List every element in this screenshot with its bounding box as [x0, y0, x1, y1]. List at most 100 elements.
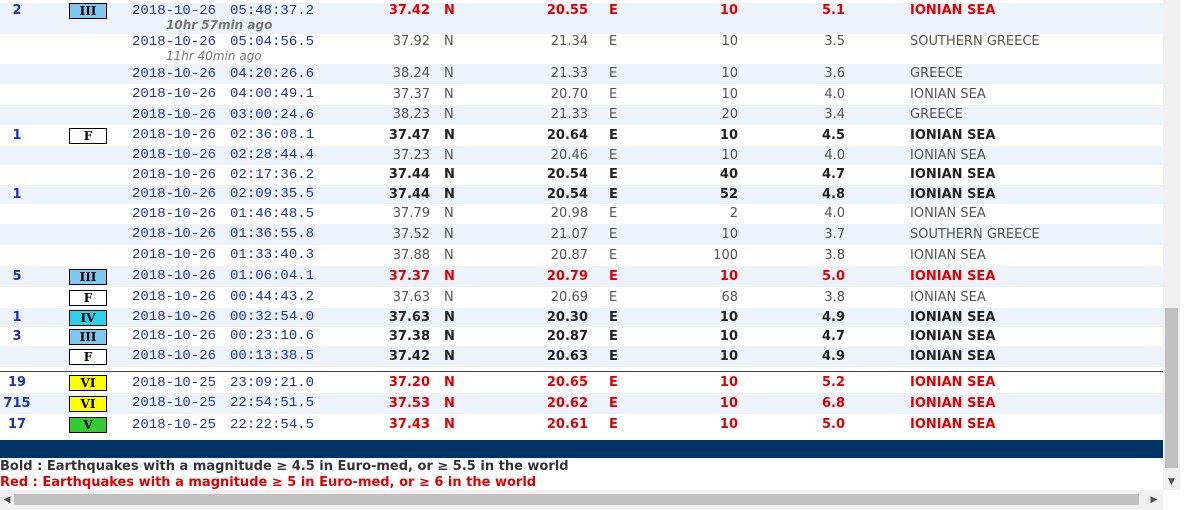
datetime-link[interactable]: 2018-10-25 23:09:21.0 [132, 372, 314, 394]
region-link[interactable]: IONIAN SEA [910, 327, 995, 346]
region-link[interactable]: IONIAN SEA [910, 372, 995, 394]
datetime-link[interactable]: 2018-10-26 01:46:48.5 [132, 204, 314, 224]
intensity-badge[interactable]: VI [69, 395, 107, 412]
table-row[interactable]: 2018-10-26 03:00:24.6 38.23 N 21.33 E 20 3.4 GRE… [0, 105, 1163, 125]
region-link[interactable]: IONIAN SEA [910, 346, 995, 367]
datetime-link[interactable]: 2018-10-26 02:17:36.2 [132, 165, 314, 185]
datetime-link[interactable]: 2018-10-25 22:54:51.5 [132, 393, 314, 414]
table-row[interactable]: 2018-10-26 01:36:55.8 37.52 N 21.07 E 10 3.7 SOU… [0, 224, 1163, 245]
table-row[interactable]: 5 III 2018-10-26 01:06:04.1 37.37 N 20.79 E 10 5.… [0, 266, 1163, 287]
depth: 10 [719, 269, 738, 284]
depth: 10 [721, 66, 738, 81]
region-link[interactable]: IONIAN SEA [910, 393, 995, 414]
datetime-link[interactable]: 2018-10-26 00:44:43.2 [132, 287, 314, 308]
region-link[interactable]: IONIAN SEA [910, 266, 995, 287]
table-row[interactable]: 2018-10-26 04:20:26.6 38.24 N 21.33 E 10 3.6 GRE… [0, 64, 1163, 84]
region-link[interactable]: IONIAN SEA [910, 185, 995, 204]
region-link[interactable]: IONIAN SEA [910, 3, 995, 19]
region-link[interactable]: IONIAN SEA [910, 414, 995, 436]
datetime-link[interactable]: 2018-10-26 00:13:38.5 [132, 346, 314, 367]
depth: 10 [719, 128, 738, 143]
magnitude: 4.0 [824, 206, 845, 221]
table-row[interactable]: F 2018-10-26 00:44:43.2 37.63 N 20.69 E 68 3.8 IO… [0, 287, 1163, 308]
magnitude: 4.5 [821, 128, 845, 143]
datetime-link[interactable]: 2018-10-26 00:32:54.0 [132, 308, 314, 327]
intensity-badge[interactable]: IV [69, 309, 107, 326]
datetime-link[interactable]: 2018-10-26 04:00:49.1 [132, 84, 314, 105]
table-row[interactable]: 1 IV 2018-10-26 00:32:54.0 37.63 N 20.30 E 10 4.9… [0, 308, 1163, 327]
datetime-link[interactable]: 2018-10-26 05:04:56.5 [132, 34, 314, 50]
scroll-left-arrow-icon[interactable]: ◀ [0, 490, 14, 510]
horizontal-scroll-thumb[interactable] [14, 494, 1139, 505]
region-link[interactable]: IONIAN SEA [910, 204, 986, 224]
intensity-badge[interactable]: F [69, 348, 107, 365]
region-link[interactable]: SOUTHERN GREECE [910, 224, 1040, 245]
felt-count: 715 [3, 396, 31, 411]
latitude: 37.63 [392, 290, 430, 305]
intensity-badge[interactable]: III [69, 268, 107, 285]
datetime-link[interactable]: 2018-10-26 01:06:04.1 [132, 266, 314, 287]
datetime-link[interactable]: 2018-10-26 04:20:26.6 [132, 64, 314, 84]
intensity-badge[interactable]: III [69, 3, 107, 19]
event-time: 01:06:04.1 [230, 268, 315, 284]
table-row[interactable]: 2018-10-26 02:28:44.4 37.23 N 20.46 E 10 4.0 ION… [0, 146, 1163, 165]
table-row[interactable]: 2018-10-26 04:00:49.1 37.37 N 20.70 E 10 4.0 ION… [0, 84, 1163, 105]
vertical-scrollbar[interactable]: ▼ [1163, 0, 1180, 490]
felt-count: 1 [12, 187, 22, 202]
longitude-hemisphere: E [609, 87, 618, 102]
horizontal-scrollbar[interactable]: ◀ ▶ [0, 490, 1163, 510]
table-row[interactable]: 1 2018-10-26 02:09:35.5 37.44 N 20.54 E 52 4.8 IO… [0, 185, 1163, 204]
table-row[interactable]: 2018-10-26 01:33:40.3 37.88 N 20.87 E 100 3.8 IO… [0, 245, 1163, 266]
scroll-down-arrow-icon[interactable]: ▼ [1163, 474, 1180, 490]
intensity-badge[interactable]: VI [69, 374, 107, 391]
table-row[interactable]: 2 III 2018-10-26 05:48:37.2 10hr 57min ago 37… [0, 3, 1163, 34]
event-time: 00:23:10.6 [230, 328, 315, 344]
magnitude: 5.0 [821, 269, 845, 284]
datetime-link[interactable]: 2018-10-26 05:48:37.2 [132, 3, 314, 19]
datetime-link[interactable]: 2018-10-26 01:36:55.8 [132, 224, 314, 245]
scroll-right-arrow-icon[interactable]: ▶ [1145, 490, 1163, 510]
datetime-link[interactable]: 2018-10-26 02:09:35.5 [132, 185, 314, 204]
depth: 100 [713, 248, 738, 263]
latitude-hemisphere: N [444, 66, 454, 81]
latitude-hemisphere: N [444, 290, 454, 305]
datetime-link[interactable]: 2018-10-26 02:36:08.1 [132, 125, 314, 146]
region-link[interactable]: IONIAN SEA [910, 165, 995, 185]
table-row[interactable]: 1 F 2018-10-26 02:36:08.1 37.47 N 20.64 E 10 4.5 I… [0, 125, 1163, 146]
region-link[interactable]: IONIAN SEA [910, 125, 995, 146]
region-link[interactable]: IONIAN SEA [910, 84, 986, 105]
datetime-link[interactable]: 2018-10-26 02:28:44.4 [132, 146, 314, 165]
table-row[interactable]: 2018-10-26 05:04:56.5 11hr 40min ago 37.92 N… [0, 34, 1163, 64]
region-link[interactable]: SOUTHERN GREECE [910, 34, 1040, 50]
table-row[interactable]: 17 V 2018-10-25 22:22:54.5 37.43 N 20.61 E 10 5.0… [0, 414, 1163, 436]
table-row[interactable]: 19 VI 2018-10-25 23:09:21.0 37.20 N 20.65 E 10 5.… [0, 371, 1163, 394]
region-link[interactable]: IONIAN SEA [910, 245, 986, 266]
table-row[interactable]: 2018-10-26 02:17:36.2 37.44 N 20.54 E 40 4.7 ION… [0, 165, 1163, 185]
longitude-hemisphere: E [609, 66, 618, 81]
magnitude: 3.5 [824, 34, 845, 49]
event-date: 2018-10-25 [132, 375, 217, 391]
longitude: 21.33 [550, 66, 588, 81]
longitude: 20.30 [546, 310, 588, 325]
datetime-link[interactable]: 2018-10-26 01:33:40.3 [132, 245, 314, 266]
intensity-badge[interactable]: III [69, 328, 107, 345]
intensity-badge[interactable]: F [69, 289, 107, 306]
magnitude: 4.9 [821, 349, 845, 364]
longitude: 20.87 [546, 329, 588, 344]
table-row[interactable]: 3 III 2018-10-26 00:23:10.6 37.38 N 20.87 E 10 4.… [0, 327, 1163, 346]
intensity-badge[interactable]: V [69, 416, 107, 433]
intensity-badge[interactable]: F [69, 127, 107, 144]
region-link[interactable]: GREECE [910, 64, 963, 84]
datetime-link[interactable]: 2018-10-26 03:00:24.6 [132, 105, 314, 125]
region-link[interactable]: GREECE [910, 105, 963, 125]
table-row[interactable]: 2018-10-26 01:46:48.5 37.79 N 20.98 E 2 4.0 IONI… [0, 204, 1163, 224]
region-link[interactable]: IONIAN SEA [910, 308, 995, 327]
table-row[interactable]: F 2018-10-26 00:13:38.5 37.42 N 20.63 E 10 4.9 IO… [0, 346, 1163, 367]
region-link[interactable]: IONIAN SEA [910, 287, 986, 308]
region-link[interactable]: IONIAN SEA [910, 146, 986, 165]
datetime-link[interactable]: 2018-10-25 22:22:54.5 [132, 414, 314, 436]
vertical-scroll-thumb[interactable] [1165, 308, 1178, 468]
longitude: 20.65 [546, 375, 588, 390]
datetime-link[interactable]: 2018-10-26 00:23:10.6 [132, 327, 314, 346]
table-row[interactable]: 715 VI 2018-10-25 22:54:51.5 37.53 N 20.62 E 10 6… [0, 393, 1163, 414]
